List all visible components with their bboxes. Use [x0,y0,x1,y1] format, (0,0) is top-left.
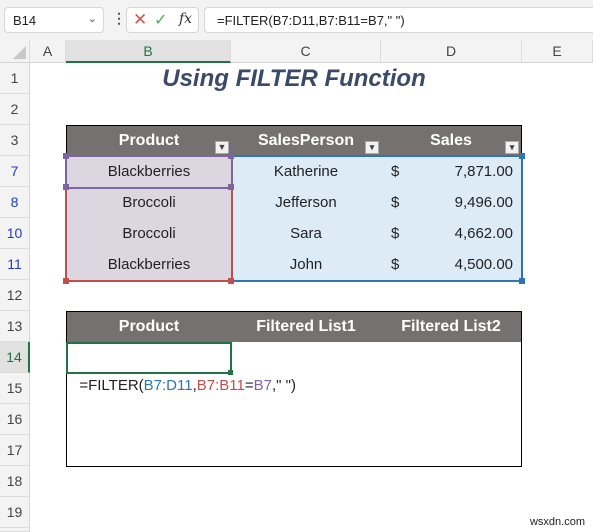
cell-d8[interactable]: $ 9,496.00 [381,187,522,219]
cell-b17[interactable] [66,435,232,467]
chevron-down-icon[interactable]: ⌄ [88,12,97,25]
row-header-17[interactable]: 17 [0,435,30,466]
formula-buttons: ✕ ✓ fx [126,7,199,33]
row-header-19[interactable]: 19 [0,497,30,528]
filter-active-icon[interactable]: ▼ [215,141,229,154]
currency-symbol: $ [391,163,400,180]
cell-b11[interactable]: Blackberries [66,249,232,281]
cell-d11[interactable]: $ 4,500.00 [381,249,522,281]
cell-c17[interactable] [231,435,382,467]
cell-d17[interactable] [381,435,522,467]
cell-b7[interactable]: Blackberries [66,156,232,188]
sales-value: 9,496.00 [454,194,513,211]
header-product-label: Product [118,132,180,149]
header-product[interactable]: Product ▼ [66,125,232,157]
cell-c11[interactable]: John [231,249,382,281]
row-header-10[interactable]: 10 [0,218,30,249]
header-sales[interactable]: Sales ▾ [381,125,522,157]
select-all-button[interactable] [0,40,30,63]
header-salesperson-label: SalesPerson [257,132,355,149]
resize-handle[interactable] [519,278,525,284]
sheet-title: Using FILTER Function [162,65,426,92]
resize-handle[interactable] [228,153,234,159]
column-header-e[interactable]: E [522,40,593,63]
column-header-a[interactable]: A [30,40,66,63]
currency-symbol: $ [391,194,400,211]
cell-d7[interactable]: $ 7,871.00 [381,156,522,188]
currency-symbol: $ [391,256,400,273]
row-header-20[interactable] [0,528,30,532]
header-salesperson[interactable]: SalesPerson ▾ [231,125,382,157]
row-header-8[interactable]: 8 [0,187,30,218]
row-header-15[interactable]: 15 [0,373,30,404]
cell-b8[interactable]: Broccoli [66,187,232,219]
output-header-filtered-list1[interactable]: Filtered List1 [231,311,382,343]
column-header-c[interactable]: C [231,40,381,63]
output-header-product[interactable]: Product [66,311,232,343]
name-box[interactable]: B14 ⌄ [4,7,104,33]
cell-b16[interactable] [66,404,232,436]
active-cell-b14[interactable]: =FILTER(B7:D11,B7:B11=B7," ") [66,342,296,394]
cell-c14[interactable] [231,342,382,374]
row-header-14[interactable]: 14 [0,342,30,373]
formula-bar-area: B14 ⌄ ⋮ ✕ ✓ fx =FILTER(B7:D11,B7:B11=B7,… [0,0,593,40]
row-header-2[interactable]: 2 [0,94,30,125]
watermark: wsxdn.com [529,516,585,528]
fill-handle[interactable] [228,370,233,375]
row-header-7[interactable]: 7 [0,156,30,187]
formula-token: B7 [253,377,272,394]
row-header-12[interactable]: 12 [0,280,30,311]
column-header-b[interactable]: B [66,40,231,63]
resize-handle[interactable] [228,278,234,284]
filter-dropdown-icon[interactable]: ▾ [505,141,519,154]
resize-handle[interactable] [228,184,234,190]
formula-input[interactable]: =FILTER(B7:D11,B7:B11=B7," ") [204,7,593,33]
formula-token: ," ") [271,377,296,394]
column-header-d[interactable]: D [381,40,522,63]
resize-handle[interactable] [519,153,525,159]
row-header-18[interactable]: 18 [0,466,30,497]
cell-b10[interactable]: Broccoli [66,218,232,250]
resize-handle[interactable] [63,184,69,190]
resize-handle[interactable] [63,153,69,159]
insert-function-icon[interactable]: fx [179,11,192,27]
formula-token: = [244,377,254,394]
header-sales-label: Sales [430,132,472,149]
cell-d15[interactable] [381,373,522,405]
check-icon[interactable]: ✓ [154,10,167,30]
cancel-icon[interactable]: ✕ [133,10,147,30]
sales-value: 7,871.00 [454,163,513,180]
sales-value: 4,662.00 [454,225,513,242]
row-header-13[interactable]: 13 [0,311,30,342]
row-header-16[interactable]: 16 [0,404,30,435]
formula-token: B7:D11 [143,377,193,394]
formula-text: =FILTER(B7:D11,B7:B11=B7," ") [217,13,405,28]
currency-symbol: $ [391,225,400,242]
formula-token: =FILTER( [79,377,144,394]
row-header-1[interactable]: 1 [0,63,30,94]
cell-c7[interactable]: Katherine [231,156,382,188]
output-header-filtered-list2[interactable]: Filtered List2 [381,311,522,343]
cell-formula-text: =FILTER(B7:D11,B7:B11=B7," ") [79,377,296,394]
cell-c10[interactable]: Sara [231,218,382,250]
row-header-3[interactable]: 3 [0,125,30,156]
cell-d16[interactable] [381,404,522,436]
formula-token: B7:B11 [196,377,245,394]
cell-c16[interactable] [231,404,382,436]
cell-c8[interactable]: Jefferson [231,187,382,219]
sales-value: 4,500.00 [454,256,513,273]
row-header-11[interactable]: 11 [0,249,30,280]
name-box-value: B14 [13,13,37,28]
cell-d10[interactable]: $ 4,662.00 [381,218,522,250]
cell-d14[interactable] [381,342,522,374]
more-options-icon[interactable]: ⋮ [112,10,126,27]
filter-dropdown-icon[interactable]: ▾ [365,141,379,154]
resize-handle[interactable] [63,278,69,284]
